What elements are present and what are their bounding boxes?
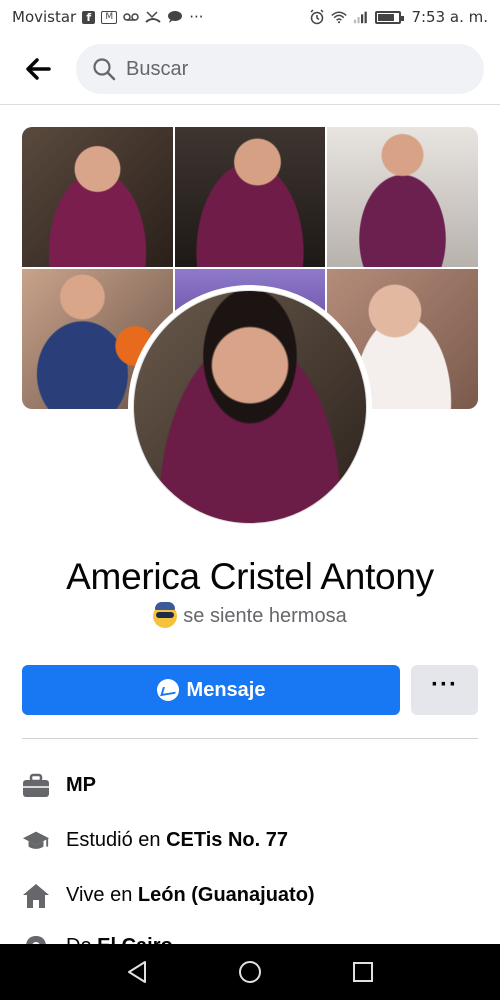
back-button[interactable] [16, 47, 60, 91]
status-right: 7:53 a. m. [309, 8, 488, 26]
detail-prefix: Estudió en [66, 829, 167, 851]
feeling-status: se siente hermosa [0, 602, 500, 628]
detail-text: Estudió en CETis No. 77 [66, 829, 288, 852]
messenger-icon [156, 679, 179, 701]
section-divider [22, 738, 478, 739]
detail-value[interactable]: MP [66, 774, 96, 796]
header-divider [0, 104, 500, 105]
system-navigation-bar [0, 944, 500, 1000]
clock: 7:53 a. m. [411, 8, 488, 26]
graduation-cap-icon [22, 827, 50, 855]
more-notifications-indicator: ··· [189, 8, 204, 26]
detail-value[interactable]: León (Guanajuato) [138, 884, 315, 906]
signal-icon [353, 10, 369, 24]
profile-details: MP Estudió en CETis No. 77 Vive en León … [22, 758, 478, 961]
square-recents-icon [353, 962, 374, 982]
wifi-icon [331, 10, 348, 24]
detail-work: MP [22, 758, 478, 813]
search-icon [93, 58, 116, 81]
top-header: Buscar [0, 34, 500, 104]
mail-notification-icon: M [101, 10, 118, 24]
cover-photo-tile [22, 127, 173, 267]
voicemail-icon [123, 10, 139, 24]
battery-icon [375, 10, 405, 24]
detail-prefix: Vive en [66, 884, 138, 906]
profile-picture-frame [128, 285, 372, 529]
nav-recents-button[interactable] [348, 957, 378, 987]
cool-face-emoji-icon [153, 602, 178, 628]
message-button[interactable]: Mensaje [22, 665, 400, 715]
status-bar: Movistar f M ··· 7:53 a. m. [0, 0, 500, 34]
profile-picture[interactable] [133, 290, 367, 524]
feeling-text: se siente hermosa [183, 604, 347, 627]
detail-value[interactable]: CETis No. 77 [166, 829, 288, 851]
search-placeholder: Buscar [126, 57, 189, 80]
more-options-icon: ··· [431, 671, 458, 698]
profile-actions: Mensaje ··· [22, 665, 478, 715]
missed-call-icon [145, 10, 161, 24]
triangle-back-icon [127, 961, 146, 983]
chat-bubble-icon [167, 10, 183, 24]
nav-back-button[interactable] [122, 957, 152, 987]
facebook-notification-icon: f [82, 10, 96, 24]
status-left: Movistar f M ··· [12, 8, 204, 26]
alarm-icon [309, 9, 325, 25]
home-icon [22, 882, 50, 910]
cover-photo-tile [327, 127, 478, 267]
profile-name: America Cristel Antony [66, 556, 434, 597]
circle-home-icon [238, 961, 261, 983]
detail-lives-in: Vive en León (Guanajuato) [22, 868, 478, 923]
nav-home-button[interactable] [235, 957, 265, 987]
briefcase-icon [22, 772, 50, 800]
message-button-label: Mensaje [186, 678, 266, 701]
detail-text: MP [66, 774, 96, 797]
search-input[interactable]: Buscar [76, 44, 484, 94]
cover-photo-tile [174, 127, 326, 267]
more-options-button[interactable]: ··· [411, 665, 478, 715]
detail-education: Estudió en CETis No. 77 [22, 813, 478, 868]
carrier-label: Movistar [12, 8, 77, 26]
back-arrow-icon [26, 58, 51, 80]
detail-text: Vive en León (Guanajuato) [66, 884, 315, 907]
